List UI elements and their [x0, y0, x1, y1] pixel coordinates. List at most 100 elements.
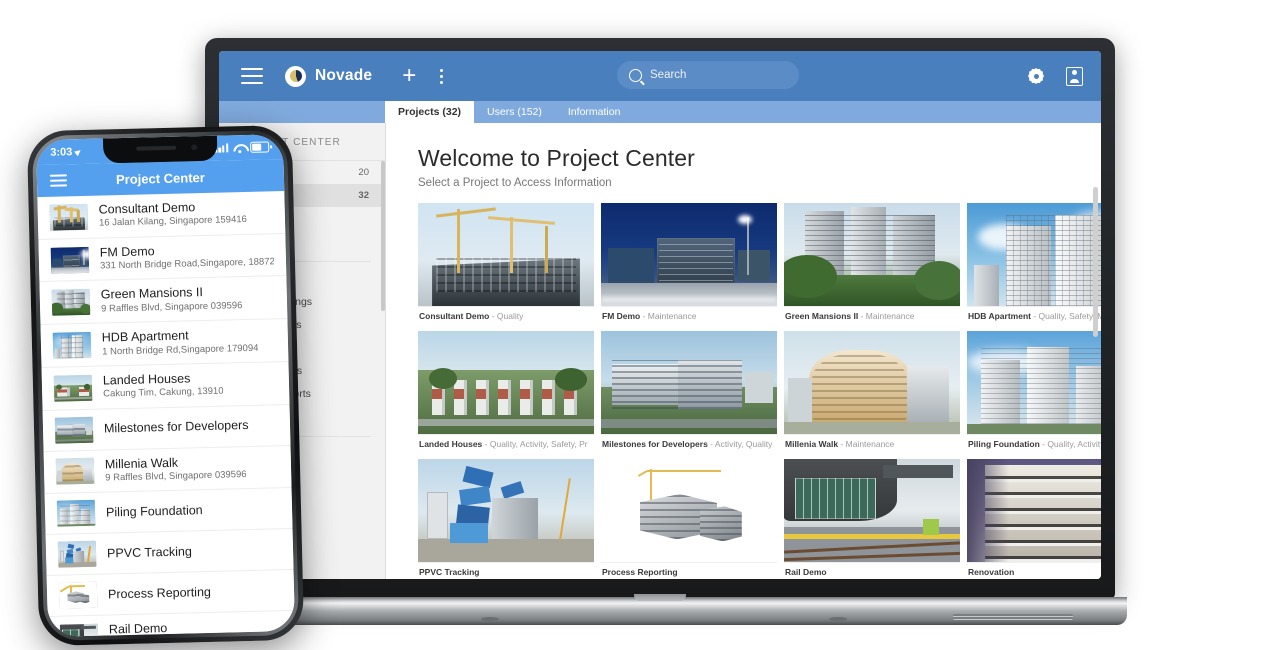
project-card-name: Landed Houses	[419, 439, 482, 449]
list-item[interactable]: FM Demo331 North Bridge Road,Singapore, …	[38, 234, 286, 283]
list-item-text: Milestones for Developers	[104, 418, 249, 436]
search-icon	[629, 69, 642, 82]
project-card[interactable]: Rail Demo	[784, 459, 960, 577]
project-card[interactable]: Piling Foundation - Quality, Activity, M…	[967, 331, 1101, 449]
project-card-caption: Millenia Walk - Maintenance	[784, 434, 960, 449]
project-thumbnail-residential-towers-trees	[784, 203, 960, 306]
wifi-icon	[233, 143, 245, 152]
app-body: PROJECT CENTER Users20Projects32LogosImp…	[219, 123, 1101, 579]
hamburger-icon[interactable]	[50, 174, 67, 186]
tab-projects-32[interactable]: Projects (32)	[385, 101, 474, 123]
project-thumbnail-crane-tower-construction	[418, 203, 594, 306]
project-card-caption: PPVC Tracking	[418, 562, 594, 577]
list-item-text: Millenia Walk 9 Raffles Blvd, Singapore …	[105, 454, 247, 485]
status-time: 3:03	[50, 145, 81, 158]
project-thumbnail-wave-facade-building	[967, 459, 1101, 562]
project-card[interactable]: Green Mansions II - Maintenance	[784, 203, 960, 321]
list-item-address: 9 Raffles Blvd, Singapore 039596	[105, 469, 247, 485]
gear-icon[interactable]	[1028, 68, 1044, 84]
list-item-text: HDB Apartment1 North Bridge Rd,Singapore…	[102, 327, 259, 359]
project-card-modules: - Activity, Quality	[708, 439, 773, 449]
project-thumbnail-highrise-blue-sky	[967, 203, 1101, 306]
laptop-foot-left	[481, 617, 499, 621]
project-card-modules: - Quality, Activity, Safety, Pr	[482, 439, 587, 449]
page-title: Welcome to Project Center	[418, 145, 1101, 172]
project-card-name: FM Demo	[602, 311, 640, 321]
project-card[interactable]: PPVC Tracking	[418, 459, 594, 577]
front-camera-icon	[191, 144, 197, 150]
hamburger-icon[interactable]	[241, 68, 263, 84]
project-card-name: Renovation	[968, 567, 1014, 577]
project-card[interactable]: Process Reporting	[601, 459, 777, 577]
add-button[interactable]: +	[402, 64, 416, 88]
list-item-name: Milestones for Developers	[104, 418, 249, 436]
project-card[interactable]: HDB Apartment - Quality, Safety, Mainten…	[967, 203, 1101, 321]
project-thumbnail-landed-estate-render	[418, 331, 594, 434]
list-item-address: 16 Jalan Kilang, Singapore 159416	[99, 214, 247, 230]
list-item-text: Process Reporting	[108, 585, 211, 602]
project-thumbnail-condo-towers-sky	[967, 331, 1101, 434]
project-card[interactable]: Millenia Walk - Maintenance	[784, 331, 960, 449]
tab-information[interactable]: Information	[555, 101, 634, 123]
search-input[interactable]: Search	[617, 61, 799, 89]
cellular-signal-icon	[215, 143, 228, 152]
list-item-text: Green Mansions II 9 Raffles Blvd, Singap…	[101, 285, 243, 316]
list-item[interactable]: Milestones for Developers	[43, 405, 291, 452]
project-card[interactable]: Renovation	[967, 459, 1101, 577]
project-card-grid: Consultant Demo - Quality FM Demo - Main…	[386, 189, 1101, 577]
earpiece-speaker	[136, 146, 176, 151]
project-card-name: Process Reporting	[602, 567, 678, 577]
list-item-thumbnail-residential-towers-trees	[52, 289, 91, 316]
project-card-name: PPVC Tracking	[419, 567, 479, 577]
promo-composition: Novade + Search Pr	[0, 0, 1280, 650]
project-card-name: Green Mansions II	[785, 311, 858, 321]
list-item-thumbnail-landed-estate-render	[54, 375, 93, 402]
tab-bar: Projects (32)Users (152)Information	[219, 101, 1101, 123]
project-card-modules: - Maintenance	[858, 311, 914, 321]
laptop-foot-right	[829, 617, 847, 621]
project-card-caption: Process Reporting	[601, 562, 777, 577]
project-card[interactable]: Milestones for Developers - Activity, Qu…	[601, 331, 777, 449]
sidebar-scrollbar[interactable]	[381, 161, 385, 311]
phone-title: Project Center	[37, 168, 284, 189]
project-card-modules: - Quality, Safety, Maintenan	[1031, 311, 1101, 321]
project-card[interactable]: FM Demo - Maintenance	[601, 203, 777, 321]
list-item[interactable]: Landed HousesCakung Tim, Cakung, 13910	[42, 362, 290, 411]
list-item[interactable]: Millenia Walk 9 Raffles Blvd, Singapore …	[44, 446, 292, 495]
project-card-name: HDB Apartment	[968, 311, 1031, 321]
project-card[interactable]: Consultant Demo - Quality	[418, 203, 594, 321]
project-card-caption: Renovation	[967, 562, 1101, 577]
phone-nav-bar: Project Center	[37, 159, 285, 197]
project-card-name: Consultant Demo	[419, 311, 489, 321]
list-item-name: PPVC Tracking	[107, 545, 192, 561]
phone-project-list[interactable]: Consultant Demo16 Jalan Kilang, Singapor…	[37, 191, 295, 637]
location-arrow-icon	[74, 147, 82, 155]
phone-notch	[102, 136, 217, 164]
list-item[interactable]: PPVC Tracking	[46, 529, 294, 576]
content-scrollbar[interactable]	[1093, 187, 1098, 337]
project-card-caption: Piling Foundation - Quality, Activity, M…	[967, 434, 1101, 449]
app-bar-actions	[1028, 67, 1083, 86]
welcome-block: Welcome to Project Center Select a Proje…	[386, 123, 1101, 189]
list-item-text: Landed HousesCakung Tim, Cakung, 13910	[103, 370, 224, 401]
list-item[interactable]: Green Mansions II 9 Raffles Blvd, Singap…	[39, 276, 287, 325]
status-time-label: 3:03	[50, 146, 72, 159]
tab-users-152[interactable]: Users (152)	[474, 101, 555, 123]
project-card-modules: - Maintenance	[838, 439, 894, 449]
list-item[interactable]: Process Reporting	[47, 570, 295, 617]
project-card-caption: FM Demo - Maintenance	[601, 306, 777, 321]
project-card-name: Milestones for Developers	[602, 439, 708, 449]
list-item[interactable]: Consultant Demo16 Jalan Kilang, Singapor…	[37, 191, 285, 240]
kebab-menu-icon[interactable]	[440, 69, 443, 84]
list-item[interactable]: Piling Foundation	[45, 488, 293, 535]
battery-icon	[250, 141, 269, 152]
phone-screen: 3:03 Project Center Consultant	[36, 134, 295, 637]
app-top-bar: Novade + Search	[219, 51, 1101, 101]
project-card[interactable]: Landed Houses - Quality, Activity, Safet…	[418, 331, 594, 449]
list-item[interactable]: HDB Apartment1 North Bridge Rd,Singapore…	[40, 319, 288, 368]
laptop-base	[193, 597, 1127, 625]
project-card-caption: Landed Houses - Quality, Activity, Safet…	[418, 434, 594, 449]
brand-logo: Novade	[285, 66, 372, 87]
account-icon[interactable]	[1066, 67, 1083, 86]
project-card-modules: - Quality	[489, 311, 523, 321]
